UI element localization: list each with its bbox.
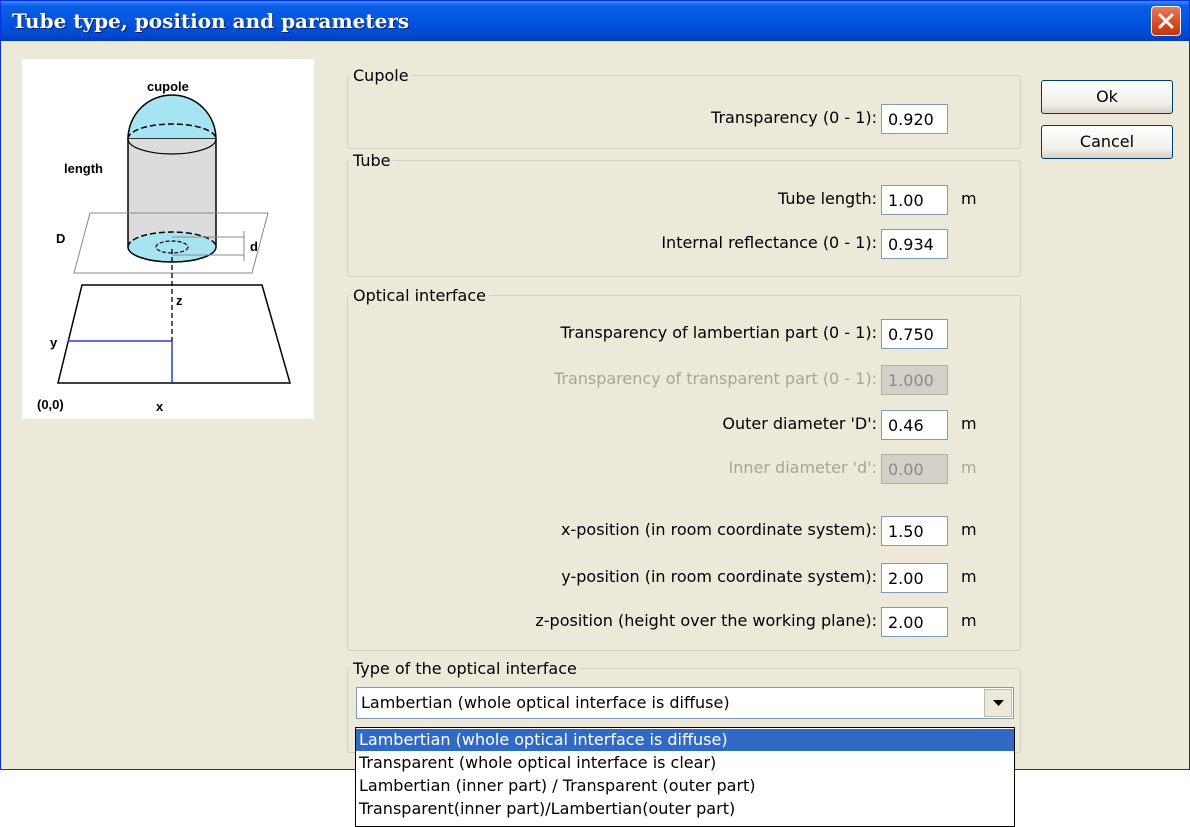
option-lambertian[interactable]: Lambertian (whole optical interface is d… (356, 729, 1014, 751)
option-lambertian-inner-transparent-outer[interactable]: Lambertian (inner part) / Transparent (o… (356, 775, 1014, 797)
ok-button[interactable]: Ok (1041, 80, 1173, 114)
reflectance-input[interactable]: 0.934 (881, 229, 948, 259)
z-position-label: z-position (height over the working plan… (535, 611, 877, 630)
lambertian-transparency-label: Transparency of lambertian part (0 - 1): (560, 323, 877, 342)
close-button[interactable] (1151, 6, 1181, 36)
title-bar[interactable]: Tube type, position and parameters (1, 1, 1189, 41)
dialog-window: Tube type, position and parameters cupol… (0, 0, 1190, 770)
tube-length-label: Tube length: (778, 189, 877, 208)
tube-body-shape (128, 139, 216, 247)
label-length: length (64, 161, 103, 176)
option-transparent-inner-lambertian-outer[interactable]: Transparent(inner part)/Lambertian(outer… (356, 798, 1014, 820)
x-position-unit: m (961, 520, 977, 539)
inner-diameter-label: Inner diameter 'd': (728, 458, 877, 477)
interface-type-select[interactable]: Lambertian (whole optical interface is d… (356, 687, 1014, 719)
optical-legend: Optical interface (353, 286, 486, 305)
reflectance-label: Internal reflectance (0 - 1): (661, 233, 877, 252)
window-title: Tube type, position and parameters (12, 9, 410, 33)
cupole-legend: Cupole (353, 66, 409, 85)
dropdown-button[interactable] (984, 689, 1012, 717)
interface-type-selected: Lambertian (whole optical interface is d… (361, 693, 730, 712)
option-transparent[interactable]: Transparent (whole optical interface is … (356, 752, 1014, 774)
inner-diameter-unit: m (961, 458, 977, 477)
tube-length-unit: m (961, 189, 977, 208)
label-origin: (0,0) (37, 397, 64, 412)
label-d: d (250, 239, 258, 254)
y-position-unit: m (961, 567, 977, 586)
close-icon (1158, 13, 1174, 29)
cupole-dome-shape (127, 94, 217, 140)
lambertian-transparency-input[interactable]: 0.750 (881, 319, 948, 349)
interface-type-legend: Type of the optical interface (353, 659, 577, 678)
tube-diagram: cupole length D d z y (0,0) x (22, 59, 314, 419)
tube-length-input[interactable]: 1.00 (881, 185, 948, 215)
outer-diameter-unit: m (961, 414, 977, 433)
y-position-label: y-position (in room coordinate system): (561, 567, 877, 586)
label-D: D (56, 231, 65, 246)
label-cupole: cupole (147, 79, 189, 94)
z-position-unit: m (961, 611, 977, 630)
label-z: z (176, 293, 183, 308)
inner-diameter-input: 0.00 (881, 454, 948, 484)
transparent-part-label: Transparency of transparent part (0 - 1)… (553, 369, 877, 388)
chevron-down-icon (993, 700, 1004, 706)
tube-legend: Tube (353, 151, 391, 170)
x-position-input[interactable]: 1.50 (881, 516, 948, 546)
cupole-transparency-input[interactable]: 0.920 (881, 104, 948, 134)
outer-diameter-input[interactable]: 0.46 (881, 410, 948, 440)
cancel-button[interactable]: Cancel (1041, 125, 1173, 159)
label-y: y (50, 335, 58, 350)
z-position-input[interactable]: 2.00 (881, 607, 948, 637)
label-x: x (156, 399, 164, 414)
cupole-transparency-label: Transparency (0 - 1): (711, 108, 877, 127)
x-position-label: x-position (in room coordinate system): (561, 520, 877, 539)
interface-type-dropdown-list: Lambertian (whole optical interface is d… (355, 727, 1015, 827)
outer-diameter-label: Outer diameter 'D': (722, 414, 877, 433)
y-position-input[interactable]: 2.00 (881, 563, 948, 593)
transparent-part-input: 1.000 (881, 365, 948, 395)
